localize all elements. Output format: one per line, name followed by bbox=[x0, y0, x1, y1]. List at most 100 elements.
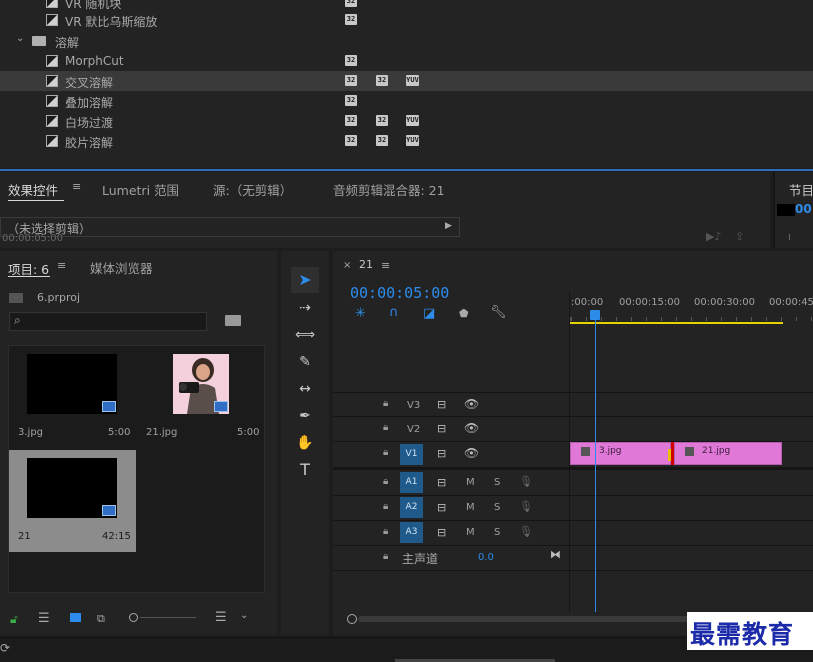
eye-icon[interactable]: 👁︎ bbox=[464, 421, 479, 435]
solo-button[interactable]: S bbox=[494, 527, 500, 538]
project-item-sequence-21[interactable]: 21 42:15 bbox=[9, 450, 136, 552]
source-patch-v1[interactable]: V1 bbox=[400, 444, 423, 465]
lock-icon[interactable]: 🔒︎ bbox=[383, 447, 388, 458]
effect-row[interactable]: 白场过渡 32 32 YUV bbox=[0, 111, 813, 131]
folder-icon bbox=[32, 36, 46, 46]
project-item-3jpg[interactable]: 3.jpg 5:00 bbox=[9, 346, 136, 448]
sync-lock-icon[interactable]: ⊟ bbox=[437, 526, 446, 539]
tab-media-browser[interactable]: 媒体浏览器 bbox=[90, 258, 153, 277]
wrench-icon[interactable]: 🔧︎ bbox=[490, 305, 507, 320]
tab-effect-controls[interactable]: 效果控件 bbox=[8, 180, 58, 199]
sync-lock-icon[interactable]: ⊟ bbox=[437, 398, 446, 411]
microphone-icon[interactable]: 🎙︎ bbox=[519, 525, 533, 538]
lock-icon[interactable]: 🔒︎ bbox=[383, 526, 388, 537]
microphone-icon[interactable]: 🎙︎ bbox=[519, 500, 533, 513]
icon-view-icon[interactable] bbox=[70, 613, 81, 622]
track-label: V2 bbox=[407, 424, 421, 435]
list-view-icon[interactable]: ☰ bbox=[38, 611, 50, 626]
solo-button[interactable]: S bbox=[494, 477, 500, 488]
playhead-timecode[interactable]: 00:00:05:00 bbox=[350, 284, 449, 302]
add-marker-icon[interactable]: ⬟ bbox=[459, 307, 469, 320]
mute-button[interactable]: M bbox=[466, 527, 475, 538]
eye-icon[interactable]: 👁︎ bbox=[464, 397, 479, 411]
sequence-tab-label[interactable]: 21 bbox=[359, 258, 373, 271]
work-area-bar[interactable] bbox=[570, 322, 783, 324]
target-a2[interactable]: A2 bbox=[400, 497, 423, 518]
target-a1[interactable]: A1 bbox=[400, 472, 423, 493]
mute-button[interactable]: M bbox=[466, 477, 475, 488]
lock-icon[interactable]: 🔒︎ bbox=[383, 398, 388, 409]
tab-source-monitor[interactable]: 源:（无剪辑） bbox=[213, 180, 292, 199]
hamburger-menu-icon[interactable]: ≡ bbox=[381, 259, 390, 272]
sync-lock-icon[interactable]: ⊟ bbox=[437, 476, 446, 489]
microphone-icon[interactable]: 🎙︎ bbox=[519, 475, 533, 488]
lock-icon[interactable]: 🔒︎ bbox=[383, 422, 388, 433]
play-triangle-icon[interactable]: ▶ bbox=[445, 221, 452, 231]
solo-button[interactable]: S bbox=[494, 502, 500, 513]
time-ruler[interactable]: :00:00 00:00:15:00 00:00:30:00 00:00:45 bbox=[569, 291, 813, 329]
no-clip-selected-bar: （未选择剪辑） ▶ bbox=[0, 217, 460, 237]
clip-3jpg[interactable]: 3.jpg bbox=[570, 442, 672, 465]
transition-icon bbox=[46, 14, 58, 26]
effect-row[interactable]: 叠加溶解 32 bbox=[0, 91, 813, 111]
clip-21jpg[interactable]: 21.jpg bbox=[674, 442, 782, 465]
mute-button[interactable]: M bbox=[466, 502, 475, 513]
sync-lock-icon[interactable]: ⊟ bbox=[437, 422, 446, 435]
razor-tool-icon[interactable]: ✎ bbox=[292, 351, 318, 373]
effect-row[interactable]: 胶片溶解 32 32 YUV bbox=[0, 131, 813, 151]
target-a3[interactable]: A3 bbox=[400, 522, 423, 543]
selection-tool-icon[interactable]: ➤ bbox=[292, 269, 318, 291]
eye-icon[interactable]: 👁︎ bbox=[464, 446, 479, 460]
effect-row[interactable]: VR 默比乌斯缩放 32 bbox=[0, 10, 813, 30]
tab-program-monitor[interactable]: 节目 bbox=[789, 180, 813, 199]
export-icon[interactable]: ⇪ bbox=[735, 230, 744, 243]
linked-selection-icon[interactable]: ◪ bbox=[423, 306, 435, 321]
chevron-down-icon[interactable]: ⌄ bbox=[16, 33, 24, 44]
track-a1[interactable]: 🔒︎ A1 ⊟ M S 🎙︎ bbox=[333, 471, 813, 496]
project-item-21jpg[interactable]: 21.jpg 5:00 bbox=[138, 346, 265, 448]
play-audio-icon[interactable]: ▶♪ bbox=[706, 230, 721, 243]
master-volume-value[interactable]: 0.0 bbox=[478, 552, 494, 563]
chevron-down-icon[interactable]: ⌄ bbox=[240, 610, 248, 621]
go-to-end-icon[interactable]: ⧓ bbox=[550, 548, 561, 561]
zoom-slider-handle[interactable] bbox=[129, 613, 138, 622]
zoom-slider-track[interactable] bbox=[140, 617, 196, 618]
snap-icon[interactable]: ∩ bbox=[389, 305, 399, 320]
track-master[interactable]: 🔒︎ 主声道 0.0 ⧓ bbox=[333, 546, 813, 571]
track-v3[interactable]: 🔒︎ V3 ⊟ 👁︎ bbox=[333, 392, 813, 417]
sort-icon[interactable]: ☰ bbox=[215, 610, 227, 625]
track-v2[interactable]: 🔒︎ V2 ⊟ 👁︎ bbox=[333, 417, 813, 442]
hamburger-menu-icon[interactable]: ≡ bbox=[72, 180, 81, 193]
accel-badge-icon: 32 bbox=[345, 135, 357, 146]
slip-tool-icon[interactable]: ↔ bbox=[292, 378, 318, 400]
folder-row-dissolve[interactable]: ⌄ 溶解 bbox=[0, 31, 813, 51]
close-icon[interactable]: × bbox=[343, 260, 351, 271]
project-search-input[interactable]: ⌕ bbox=[9, 312, 207, 331]
track-a3[interactable]: 🔒︎ A3 ⊟ M S 🎙︎ bbox=[333, 521, 813, 546]
render-status-icon[interactable]: ⟳ bbox=[0, 641, 10, 655]
effect-row-selected[interactable]: 交叉溶解 32 32 YUV bbox=[0, 71, 813, 91]
hamburger-menu-icon[interactable]: ≡ bbox=[57, 259, 66, 272]
tab-audio-clip-mixer[interactable]: 音频剪辑混合器: 21 bbox=[333, 180, 445, 199]
effect-row[interactable]: MorphCut 32 bbox=[0, 51, 813, 71]
accel-badge-icon: 32 bbox=[345, 95, 357, 106]
lock-icon[interactable]: 🔒︎ bbox=[383, 476, 388, 487]
yuv-badge-icon: YUV bbox=[406, 135, 419, 146]
lock-icon[interactable]: 🔒︎ bbox=[383, 501, 388, 512]
hand-tool-icon[interactable]: ✋ bbox=[292, 432, 318, 454]
nest-icon[interactable]: ✳ bbox=[355, 306, 366, 321]
track-a2[interactable]: 🔒︎ A2 ⊟ M S 🎙︎ bbox=[333, 496, 813, 521]
tab-lumetri-scopes[interactable]: Lumetri 范围 bbox=[102, 180, 179, 199]
sync-lock-icon[interactable]: ⊟ bbox=[437, 501, 446, 514]
playhead-line[interactable] bbox=[595, 318, 596, 612]
ripple-edit-tool-icon[interactable]: ⟺ bbox=[292, 324, 318, 346]
lock-icon[interactable]: 🔓︎ bbox=[10, 612, 18, 627]
freeform-view-icon[interactable]: ⧉ bbox=[97, 612, 105, 626]
sync-lock-icon[interactable]: ⊟ bbox=[437, 447, 446, 460]
pen-tool-icon[interactable]: ✒ bbox=[292, 405, 318, 427]
lock-icon[interactable]: 🔒︎ bbox=[383, 551, 388, 562]
track-select-tool-icon[interactable]: ⇢ bbox=[292, 297, 318, 319]
new-bin-icon[interactable] bbox=[225, 315, 241, 326]
type-tool-icon[interactable]: T bbox=[292, 459, 318, 481]
scrollbar-left-handle[interactable] bbox=[347, 614, 357, 624]
